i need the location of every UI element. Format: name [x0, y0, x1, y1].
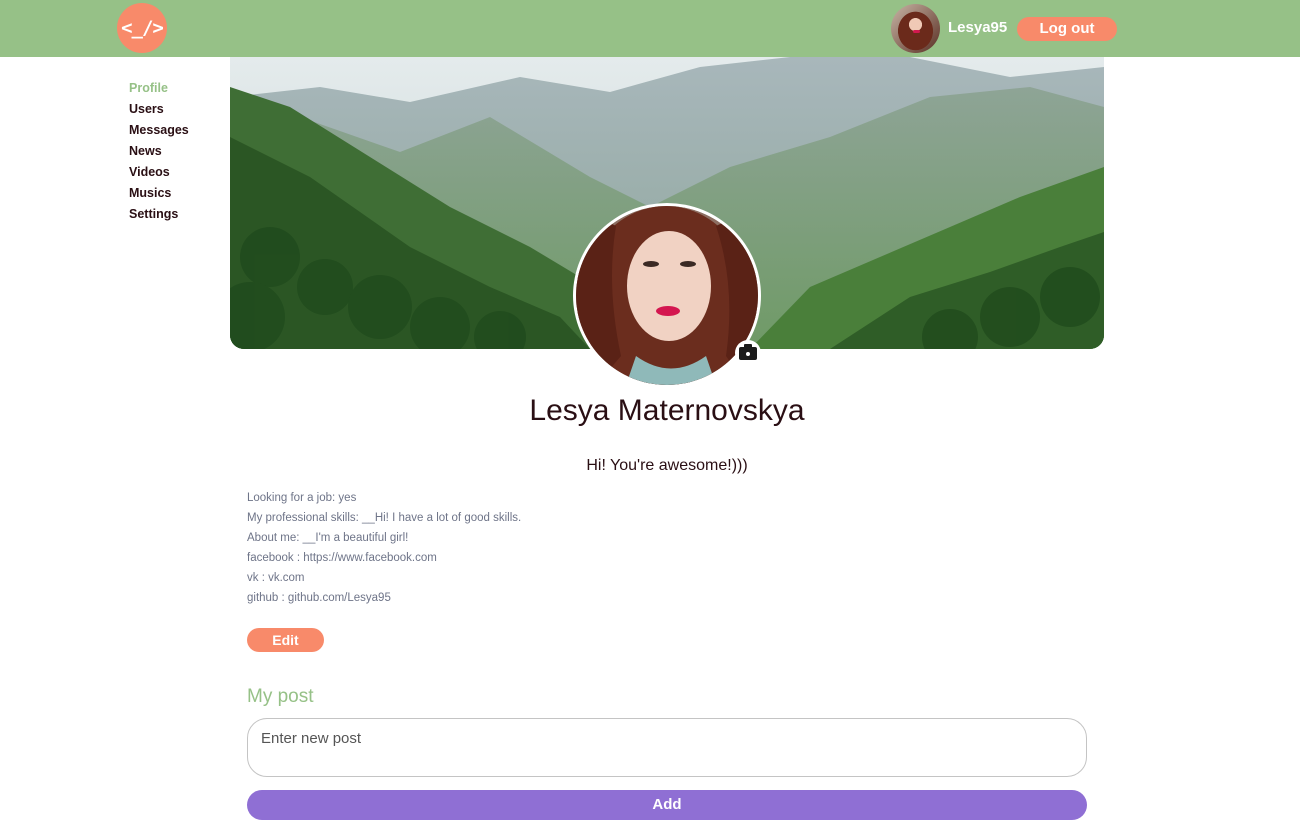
sidebar-item-news[interactable]: News — [129, 143, 189, 164]
profile-status[interactable]: Hi! You're awesome!))) — [230, 457, 1104, 475]
sidebar-item-videos[interactable]: Videos — [129, 164, 189, 185]
info-vk: vk : vk.com — [247, 572, 305, 584]
profile-info: Looking for a job: yes My professional s… — [247, 490, 521, 610]
posts-title: My post — [247, 686, 314, 707]
logout-button[interactable]: Log out — [1017, 17, 1117, 41]
camera-icon[interactable] — [735, 340, 761, 366]
sidebar-item-messages[interactable]: Messages — [129, 122, 189, 143]
sidebar-item-musics[interactable]: Musics — [129, 185, 189, 206]
info-professional-skills: My professional skills: __Hi! I have a l… — [247, 512, 522, 524]
edit-profile-button[interactable]: Edit — [247, 628, 324, 652]
sidebar-item-profile[interactable]: Profile — [129, 80, 189, 101]
sidebar-item-users[interactable]: Users — [129, 101, 189, 122]
header-username[interactable]: Lesya95 — [948, 19, 1007, 36]
new-post-input[interactable] — [247, 718, 1087, 777]
info-github: github : github.com/Lesya95 — [247, 592, 391, 604]
sidebar-nav: Profile Users Messages News Videos Music… — [129, 80, 189, 227]
add-post-button[interactable]: Add — [247, 790, 1087, 820]
profile-full-name: Lesya Maternovskya — [529, 394, 805, 427]
sidebar-item-settings[interactable]: Settings — [129, 206, 189, 227]
info-about-me: About me: __I'm a beautiful girl! — [247, 532, 409, 544]
profile-photo — [576, 206, 758, 385]
info-looking-for-job: Looking for a job: yes — [247, 492, 357, 504]
info-facebook: facebook : https://www.facebook.com — [247, 552, 437, 564]
logo-icon[interactable]: <_/> — [117, 3, 167, 53]
top-header: <_/> Lesya95 Log out — [0, 0, 1300, 57]
header-avatar[interactable] — [891, 4, 940, 53]
profile-avatar[interactable] — [573, 203, 761, 388]
